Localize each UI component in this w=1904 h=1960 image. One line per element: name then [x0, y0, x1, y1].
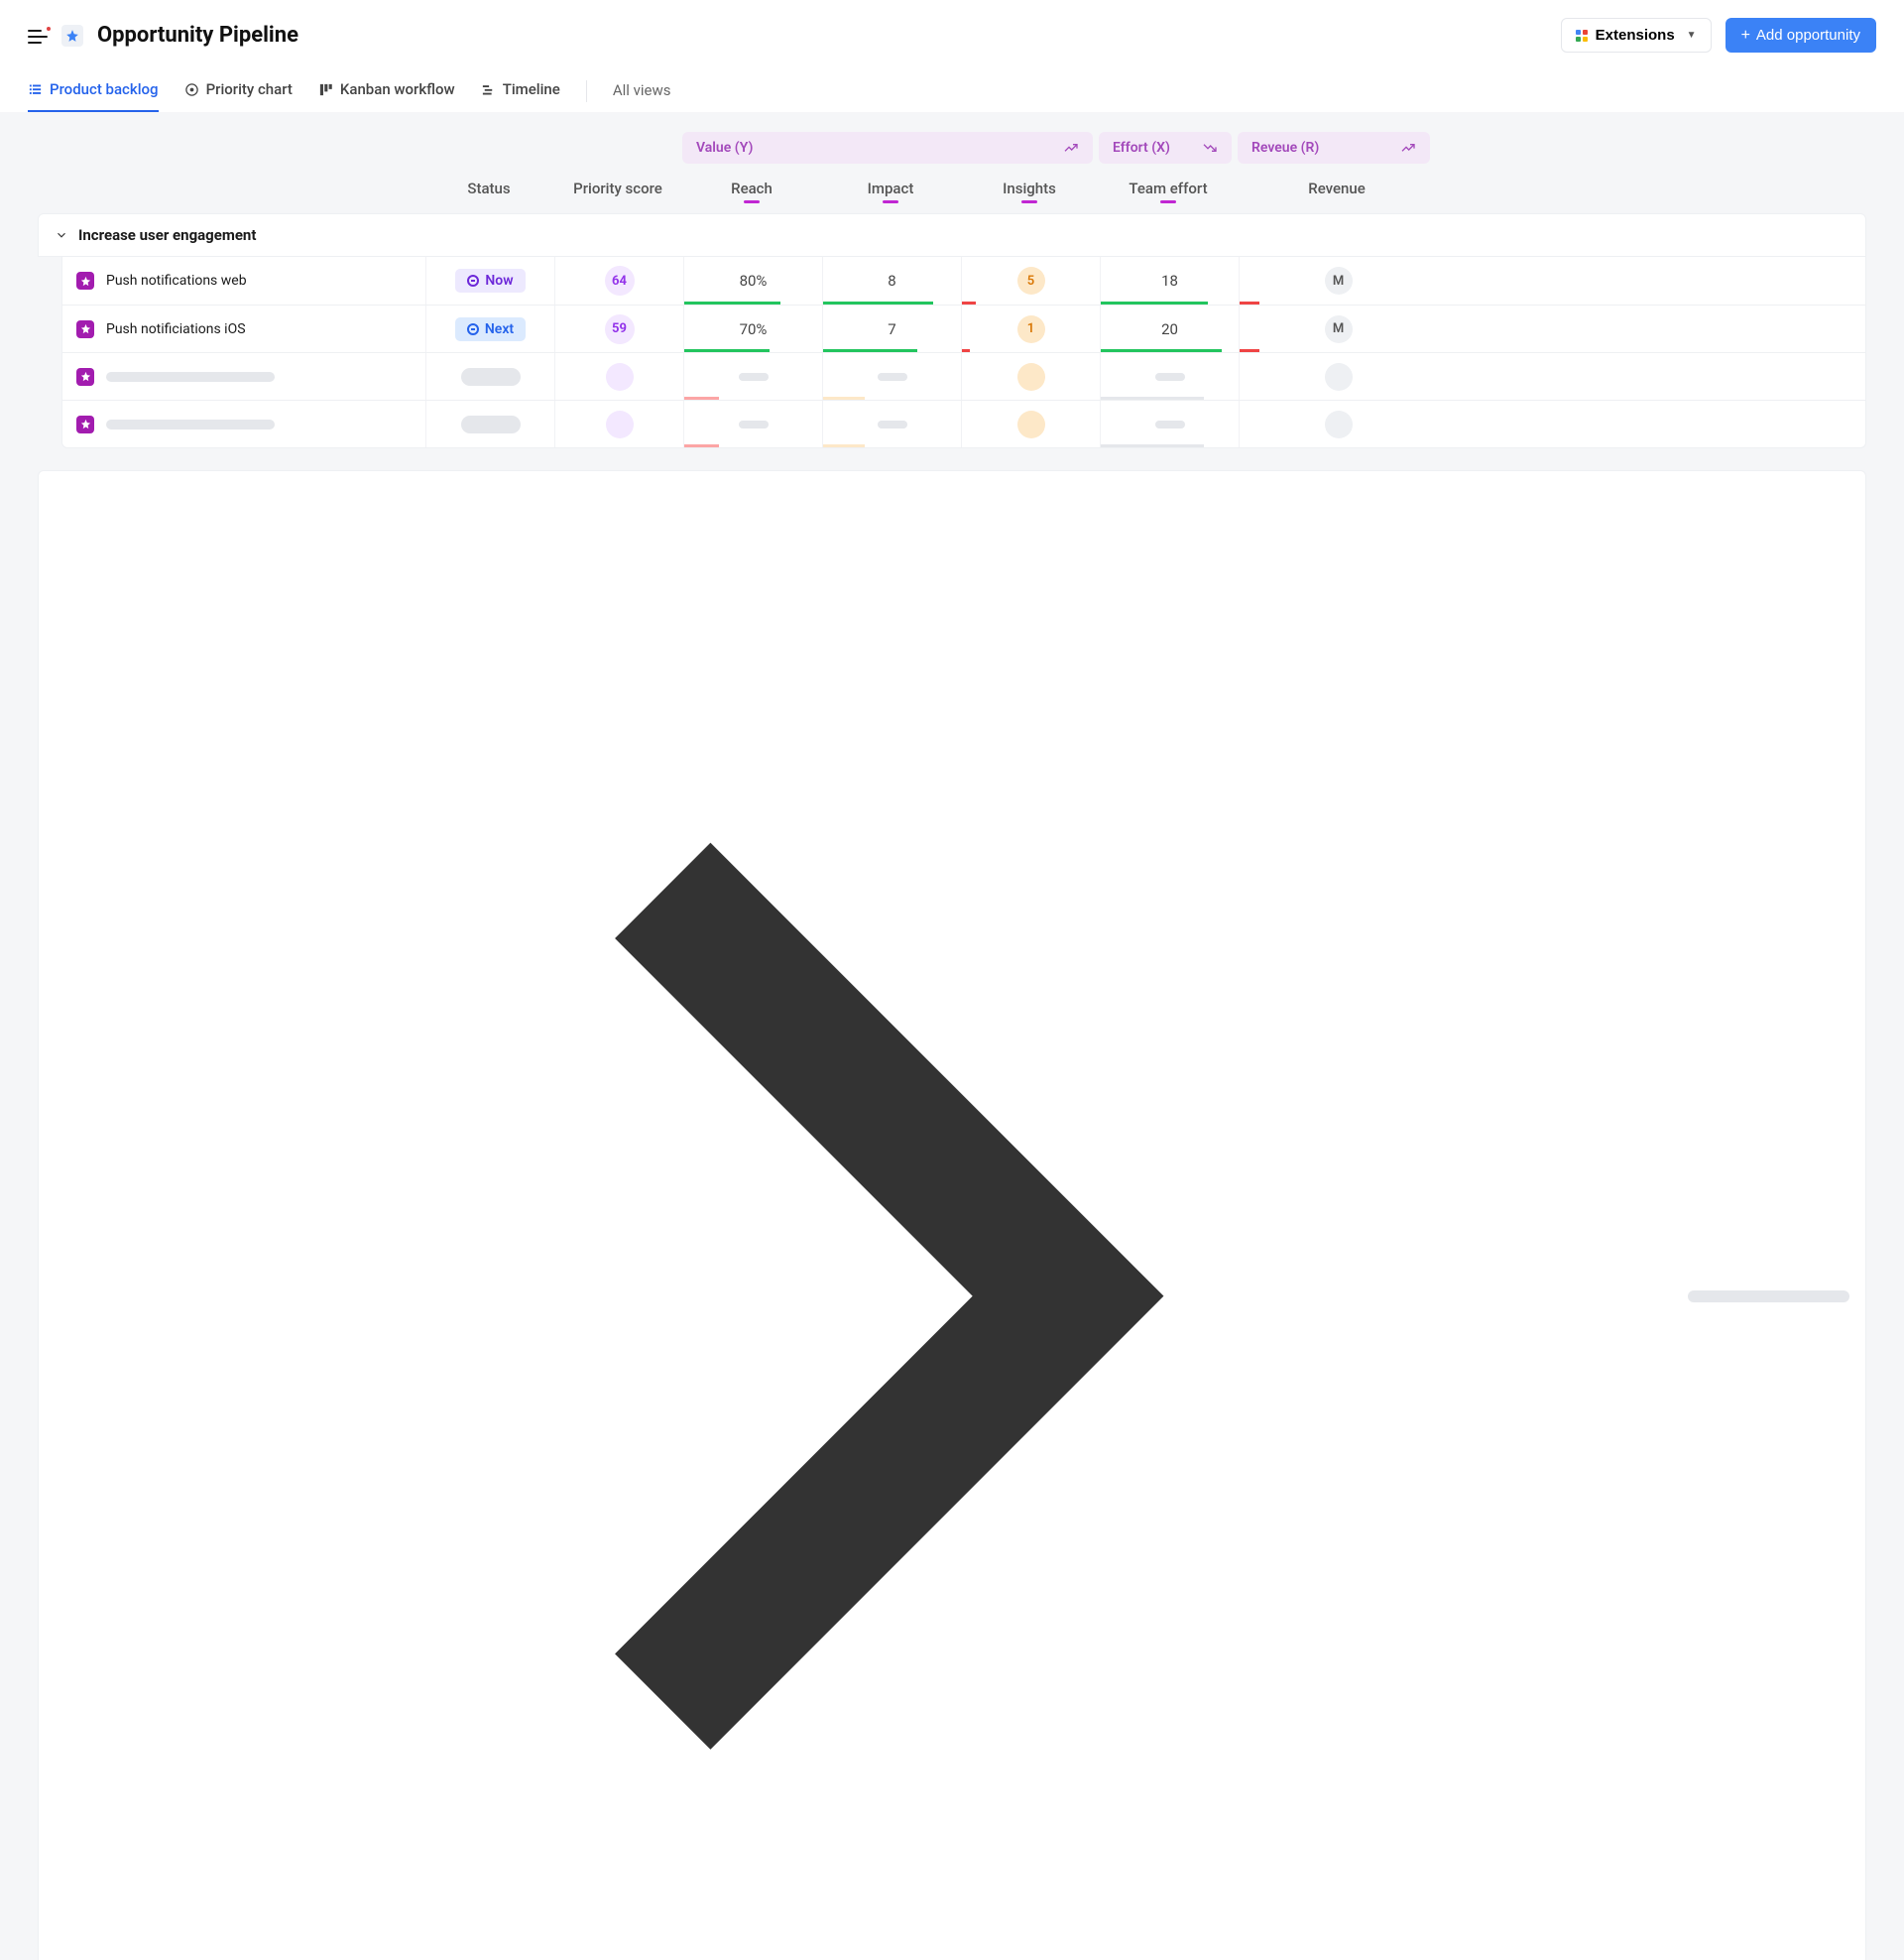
tab-label: Kanban workflow — [340, 80, 455, 98]
table-row[interactable]: Push notificiations iOS Next 59 70% 7 1 … — [62, 305, 1865, 352]
insights-cell[interactable]: 5 — [961, 257, 1100, 305]
column-impact: Impact — [821, 170, 960, 213]
chevron-right-icon — [55, 485, 1676, 1960]
dimension-label: Value (Y) — [696, 140, 753, 156]
status-pill: Next — [455, 317, 526, 341]
dimension-value[interactable]: Value (Y) — [682, 132, 1093, 164]
trend-up-icon — [1063, 140, 1079, 156]
score-cell[interactable]: 64 — [554, 257, 683, 305]
skeleton-text — [1688, 1290, 1849, 1302]
group-title: Increase user engagement — [78, 226, 256, 244]
dimension-label: Reveue (R) — [1251, 140, 1319, 156]
extensions-icon — [1576, 30, 1588, 42]
table-row-skeleton — [62, 352, 1865, 400]
caret-down-icon: ▼ — [1687, 30, 1697, 41]
insight-badge: 1 — [1017, 315, 1045, 343]
metric-value: 20 — [1161, 320, 1178, 338]
list-icon — [28, 82, 43, 97]
extensions-label: Extensions — [1596, 27, 1675, 44]
dimension-effort[interactable]: Effort (X) — [1099, 132, 1232, 164]
revenue-badge: M — [1325, 267, 1353, 295]
extensions-button[interactable]: Extensions ▼ — [1561, 18, 1712, 53]
metric-value: 80% — [740, 272, 768, 290]
metric-cell[interactable]: 70% — [683, 306, 822, 352]
group-header-collapsed[interactable] — [38, 470, 1866, 1960]
tab-product-backlog[interactable]: Product backlog — [28, 70, 159, 112]
table-row[interactable]: Push notifications web Now 64 80% 8 5 18… — [62, 257, 1865, 305]
tab-kanban-workflow[interactable]: Kanban workflow — [318, 70, 455, 112]
all-views-link[interactable]: All views — [613, 71, 671, 111]
tab-label: Priority chart — [206, 80, 293, 98]
metric-value: 7 — [888, 320, 895, 338]
tab-label: Timeline — [503, 80, 560, 98]
column-priority-score: Priority score — [553, 170, 682, 213]
group-header[interactable]: Increase user engagement — [38, 213, 1866, 257]
opportunity-icon — [76, 272, 94, 290]
status-circle-icon — [467, 275, 479, 287]
item-name-cell[interactable]: Push notificiations iOS — [62, 306, 425, 352]
table-row-skeleton — [62, 400, 1865, 447]
divider — [586, 80, 587, 102]
revenue-cell[interactable]: M — [1239, 306, 1437, 352]
dimension-label: Effort (X) — [1113, 140, 1170, 156]
tab-timeline[interactable]: Timeline — [481, 70, 560, 112]
metric-cell[interactable]: 18 — [1100, 257, 1239, 305]
page-title: Opportunity Pipeline — [97, 23, 298, 48]
column-team-effort: Team effort — [1099, 170, 1238, 213]
column-revenue: Revenue — [1238, 170, 1436, 213]
trend-down-icon — [1202, 140, 1218, 156]
item-name: Push notifications web — [106, 273, 247, 289]
score-badge: 64 — [605, 266, 635, 296]
column-reach: Reach — [682, 170, 821, 213]
status-pill: Now — [455, 269, 525, 293]
tab-priority-chart[interactable]: Priority chart — [184, 70, 293, 112]
add-opportunity-button[interactable]: + Add opportunity — [1726, 18, 1876, 53]
target-icon — [184, 82, 199, 97]
opportunity-icon — [76, 320, 94, 338]
trend-up-icon — [1400, 140, 1416, 156]
score-cell[interactable]: 59 — [554, 306, 683, 352]
timeline-icon — [481, 82, 496, 97]
item-name: Push notificiations iOS — [106, 321, 246, 337]
insights-cell[interactable]: 1 — [961, 306, 1100, 352]
item-name-cell[interactable]: Push notifications web — [62, 257, 425, 305]
metric-cell[interactable]: 8 — [822, 257, 961, 305]
metric-value: 8 — [888, 272, 895, 290]
score-badge: 59 — [605, 314, 635, 344]
insight-badge: 5 — [1017, 267, 1045, 295]
status-cell[interactable]: Now — [425, 257, 554, 305]
metric-cell[interactable]: 80% — [683, 257, 822, 305]
revenue-badge: M — [1325, 315, 1353, 343]
metric-cell[interactable]: 20 — [1100, 306, 1239, 352]
chevron-down-icon — [55, 228, 68, 242]
metric-cell[interactable]: 7 — [822, 306, 961, 352]
status-circle-icon — [467, 323, 479, 335]
menu-icon[interactable] — [28, 28, 48, 44]
tab-label: Product backlog — [50, 80, 159, 98]
plus-icon: + — [1741, 28, 1750, 44]
revenue-cell[interactable]: M — [1239, 257, 1437, 305]
dimension-revenue[interactable]: Reveue (R) — [1238, 132, 1430, 164]
column-status: Status — [424, 170, 553, 213]
column-insights: Insights — [960, 170, 1099, 213]
kanban-icon — [318, 82, 333, 97]
star-icon — [61, 25, 83, 47]
add-opportunity-label: Add opportunity — [1756, 27, 1860, 44]
status-cell[interactable]: Next — [425, 306, 554, 352]
metric-value: 70% — [740, 320, 768, 338]
metric-value: 18 — [1161, 272, 1178, 290]
